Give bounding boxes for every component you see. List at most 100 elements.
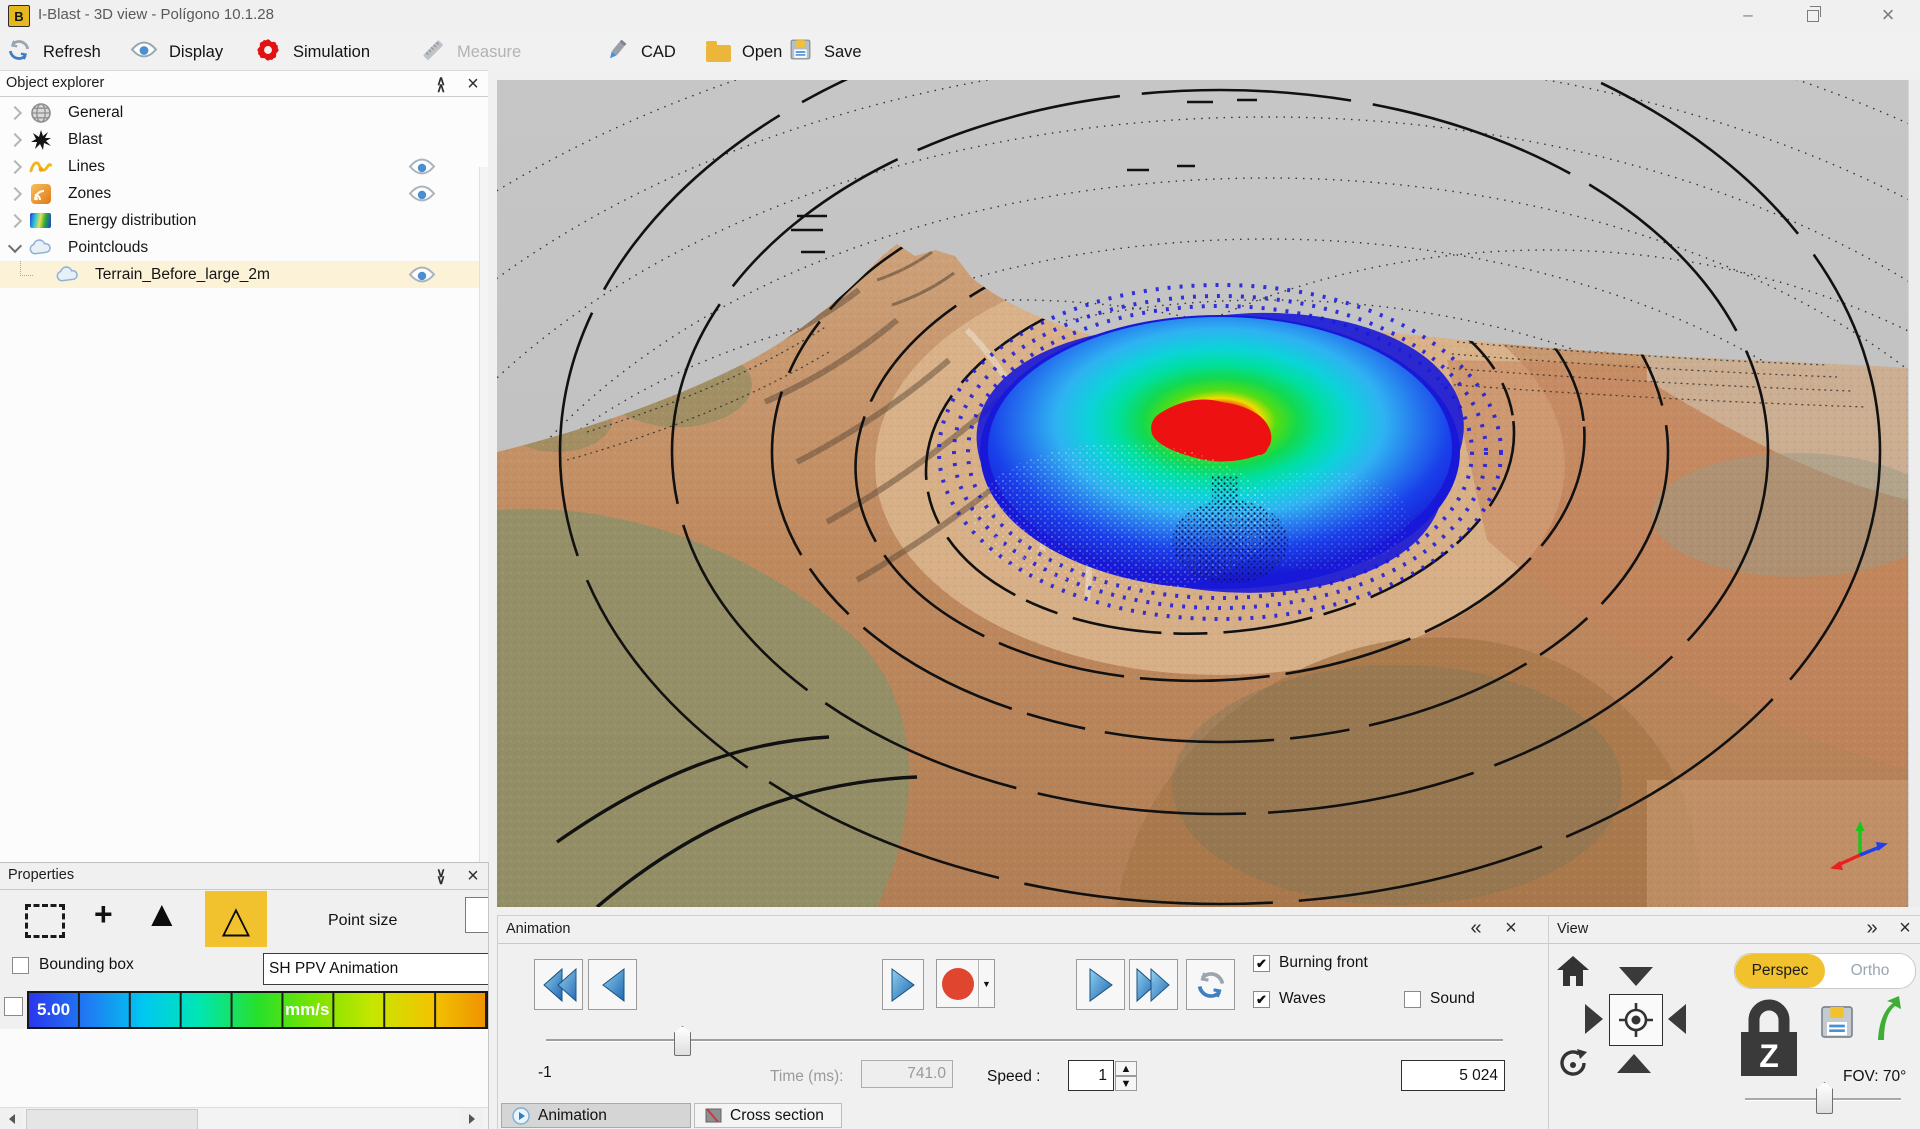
tab-label: Animation: [538, 1107, 607, 1125]
animation-collapse-button[interactable]: «: [1463, 917, 1489, 939]
step-back-button[interactable]: [588, 959, 637, 1010]
tree-item-terrain-before-large-2m[interactable]: Terrain_Before_large_2m: [0, 261, 479, 288]
select-rectangle-tool[interactable]: [25, 904, 65, 938]
chevron-right-icon[interactable]: [8, 106, 22, 120]
pan-down-button[interactable]: [1619, 967, 1653, 986]
bounding-box-label: Bounding box: [39, 956, 134, 974]
restore-button[interactable]: [1796, 0, 1830, 30]
explorer-close-button[interactable]: ×: [460, 73, 486, 95]
floppy-icon: [1817, 1002, 1857, 1042]
title-bar: B I-Blast - 3D view - Polígono 10.1.28 –…: [0, 0, 1920, 30]
tab-cross-section[interactable]: Cross section: [694, 1103, 842, 1128]
visibility-eye-icon[interactable]: [408, 184, 436, 203]
sound-checkbox[interactable]: [1404, 991, 1421, 1008]
waves-checkbox[interactable]: ✔: [1253, 991, 1270, 1008]
tree-item-blast[interactable]: Blast: [0, 126, 479, 153]
chevron-right-icon[interactable]: [8, 214, 22, 228]
record-dropdown-icon[interactable]: ▼: [982, 979, 991, 989]
tree-item-energy-distribution[interactable]: Energy distribution: [0, 207, 479, 234]
center-view-button[interactable]: [1609, 994, 1663, 1046]
play-button[interactable]: [882, 959, 924, 1010]
step-forward-icon: [1088, 967, 1114, 1003]
speed-spinner[interactable]: ▲ ▼: [1115, 1061, 1137, 1092]
spin-up-button[interactable]: ▲: [1115, 1061, 1137, 1076]
filled-triangle-tool[interactable]: ▲: [144, 895, 180, 933]
pan-left-button[interactable]: [1668, 1004, 1686, 1034]
3d-viewport[interactable]: [497, 80, 1908, 907]
view-panel: View » × Perspec Ortho Z FOV: 70°: [1548, 915, 1920, 1129]
tree-item-lines[interactable]: Lines: [0, 153, 479, 180]
view-close-button[interactable]: ×: [1892, 917, 1918, 939]
save-button[interactable]: Save: [788, 30, 862, 74]
view-expand-button[interactable]: »: [1859, 917, 1885, 939]
fov-label: FOV: 70°: [1843, 1068, 1906, 1086]
bounding-box-checkbox[interactable]: [12, 957, 29, 974]
pan-right-button[interactable]: [1585, 1004, 1603, 1034]
open-button[interactable]: Open: [706, 30, 782, 74]
fov-slider-thumb[interactable]: [1816, 1082, 1833, 1114]
scroll-left-button[interactable]: [0, 1108, 23, 1129]
rotate-view-button[interactable]: [1557, 1047, 1589, 1084]
properties-collapse-button[interactable]: ∨∨: [428, 865, 454, 887]
frame-count-input[interactable]: 5 024: [1401, 1060, 1505, 1091]
tree-item-zones[interactable]: Zones: [0, 180, 479, 207]
minimize-button[interactable]: –: [1731, 0, 1765, 30]
visibility-eye-icon[interactable]: [408, 265, 436, 284]
pan-up-button[interactable]: [1617, 1054, 1651, 1073]
refresh-button[interactable]: Refresh: [6, 30, 101, 74]
perspective-button[interactable]: Perspec: [1735, 954, 1825, 988]
tab-animation[interactable]: Animation: [501, 1103, 691, 1128]
colorbar-checkbox[interactable]: [4, 997, 23, 1016]
display-button[interactable]: Display: [130, 30, 223, 74]
properties-title: Properties: [8, 867, 74, 883]
time-input[interactable]: 741.0: [861, 1060, 953, 1088]
tree-item-pointclouds[interactable]: Pointclouds: [0, 234, 479, 261]
home-view-button[interactable]: [1557, 956, 1589, 991]
restore-view-button[interactable]: [1871, 996, 1901, 1045]
tree-item-label: Zones: [68, 185, 111, 203]
add-point-tool[interactable]: +: [94, 896, 113, 933]
color-mode-field[interactable]: SH PPV Animation: [263, 953, 489, 985]
visibility-eye-icon[interactable]: [408, 157, 436, 176]
display-label: Display: [169, 43, 223, 62]
properties-hscrollbar[interactable]: [0, 1107, 488, 1129]
ppv-color-scale[interactable]: 5.00 mm/s: [27, 991, 489, 1029]
ortho-button[interactable]: Ortho: [1825, 954, 1915, 988]
projection-toggle: Perspec Ortho: [1734, 953, 1916, 989]
scrollbar-thumb[interactable]: [26, 1109, 198, 1129]
lock-z-button[interactable]: Z: [1737, 998, 1801, 1083]
cloud-icon: [56, 263, 79, 286]
simulation-button[interactable]: Simulation: [254, 30, 370, 74]
collapse-left-icon: «: [1470, 917, 1481, 940]
go-to-end-button[interactable]: [1129, 959, 1178, 1010]
chevron-right-icon[interactable]: [8, 160, 22, 174]
step-forward-button[interactable]: [1076, 959, 1125, 1010]
scroll-right-button[interactable]: [460, 1108, 483, 1129]
wireframe-triangle-tool-selected[interactable]: △: [205, 891, 267, 947]
spin-down-button[interactable]: ▼: [1115, 1076, 1137, 1091]
speed-input[interactable]: 1: [1068, 1060, 1114, 1091]
loop-button[interactable]: [1186, 959, 1235, 1010]
record-button[interactable]: ▼: [936, 959, 995, 1008]
close-icon: ×: [467, 74, 479, 94]
save-view-button[interactable]: [1817, 1002, 1857, 1047]
animation-panel: Animation « × ▼ ✔ Burning front ✔ Waves …: [497, 915, 1549, 1129]
explorer-collapse-button[interactable]: ∧∧: [428, 73, 454, 95]
point-size-input[interactable]: [465, 897, 489, 933]
close-button[interactable]: ×: [1871, 0, 1905, 30]
chevron-down-icon[interactable]: [8, 239, 22, 253]
animation-close-button[interactable]: ×: [1498, 917, 1524, 939]
go-to-start-button[interactable]: [534, 959, 583, 1010]
cad-button[interactable]: CAD: [604, 30, 676, 74]
check-icon: ✔: [1256, 993, 1267, 1006]
home-icon: [1557, 956, 1589, 986]
chevron-right-icon[interactable]: [8, 187, 22, 201]
timeline-slider-thumb[interactable]: [674, 1026, 691, 1056]
burning-front-label: Burning front: [1279, 954, 1368, 972]
properties-close-button[interactable]: ×: [460, 865, 486, 887]
chevron-right-icon[interactable]: [8, 133, 22, 147]
tree-item-general[interactable]: General: [0, 99, 479, 126]
burning-front-checkbox[interactable]: ✔: [1253, 955, 1270, 972]
check-icon: ✔: [1256, 957, 1267, 970]
divider: [0, 96, 488, 97]
